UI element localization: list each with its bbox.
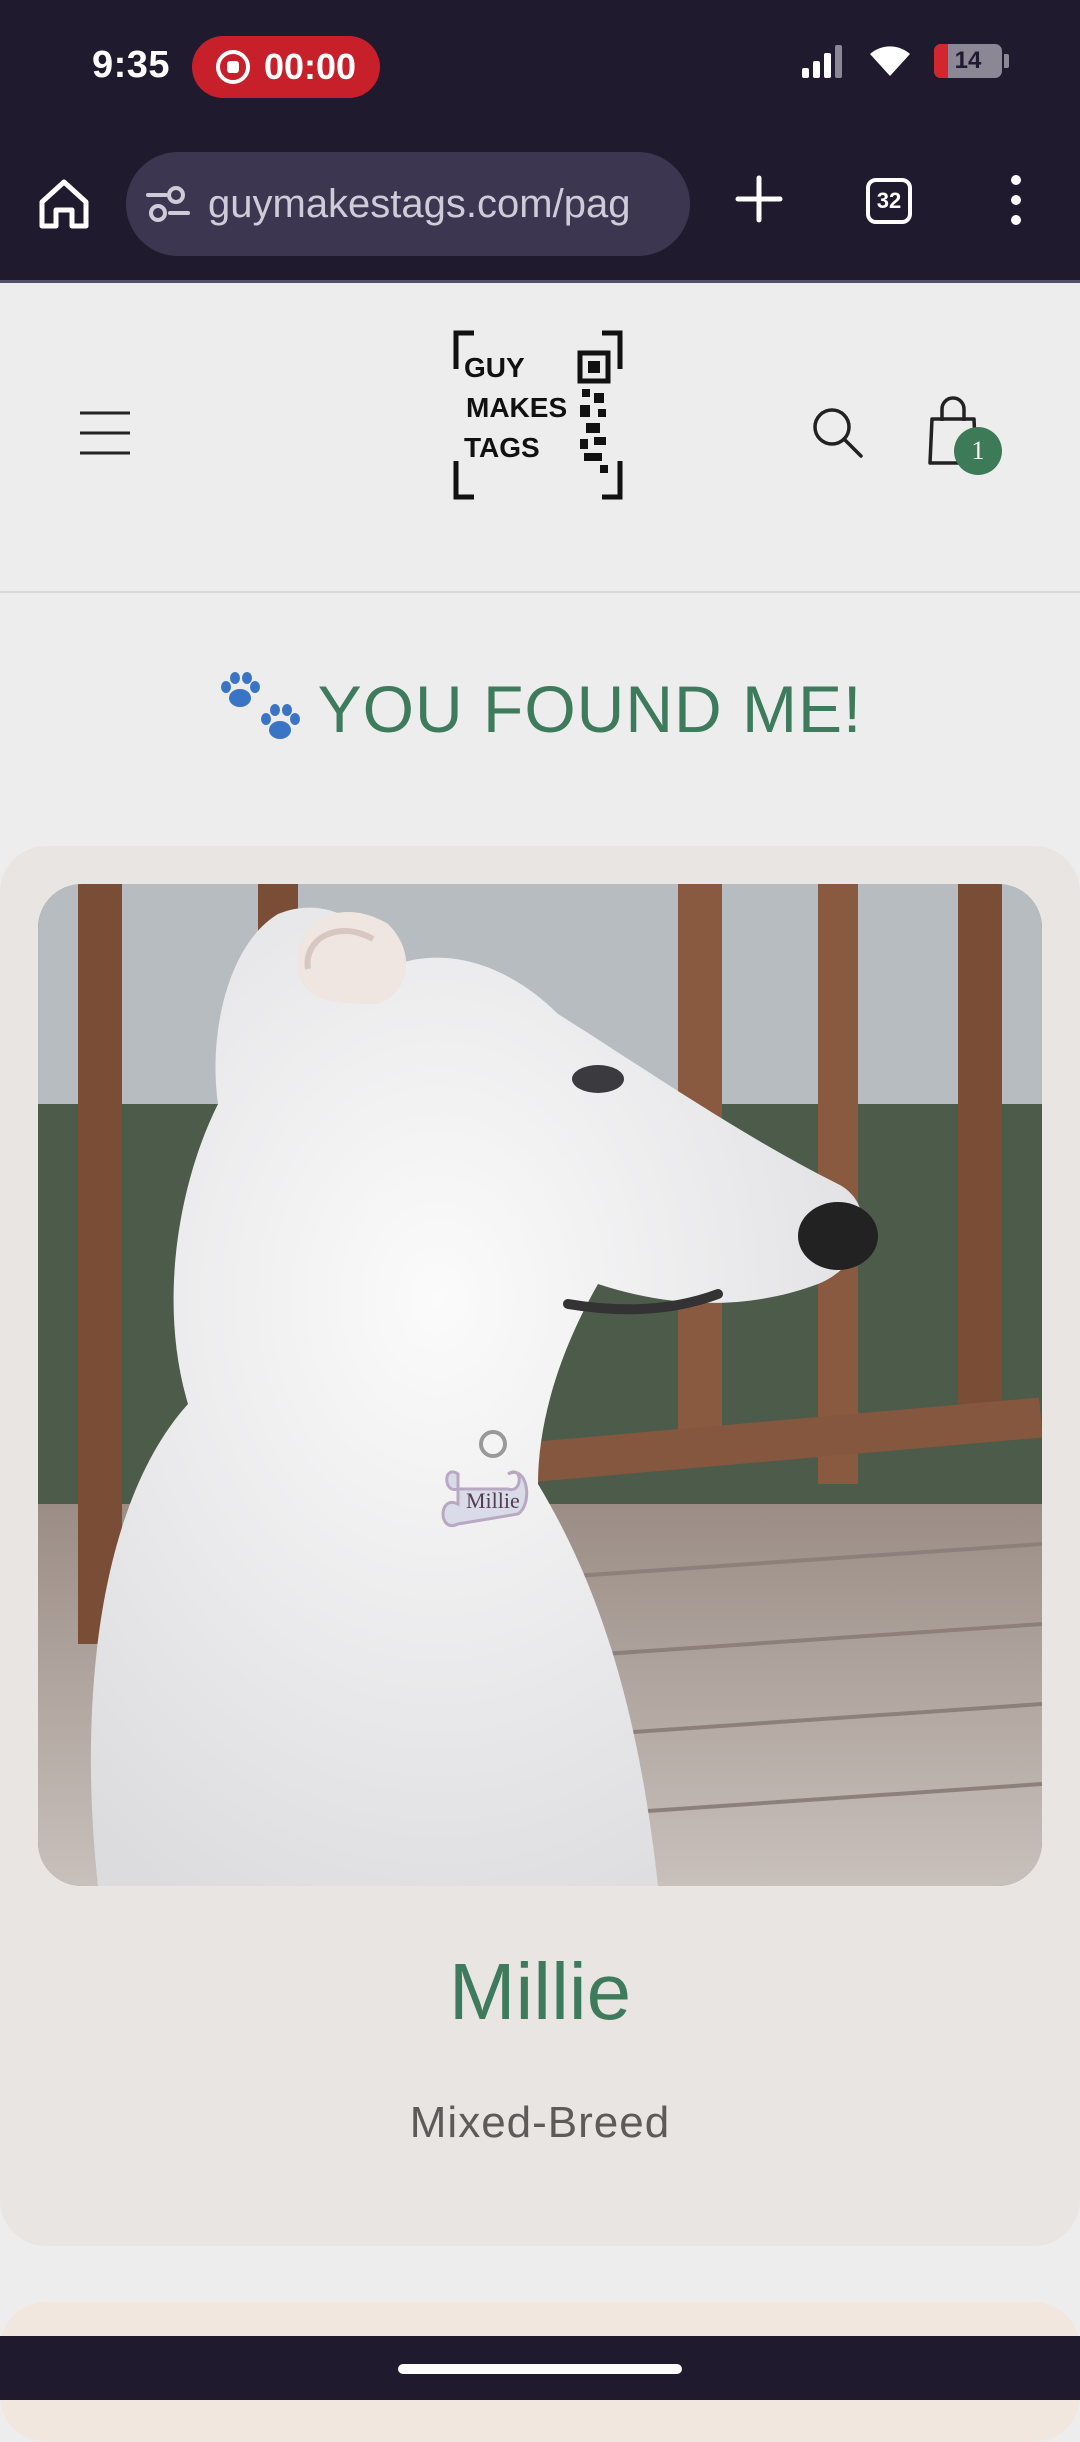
home-icon[interactable] bbox=[36, 176, 92, 232]
status-time: 9:35 bbox=[92, 44, 171, 86]
site-header: GUY MAKES TAGS 1 bbox=[0, 283, 1080, 593]
address-bar[interactable]: guymakestags.com/pag bbox=[126, 152, 690, 256]
logo-text-guy: GUY bbox=[464, 352, 525, 383]
home-indicator[interactable] bbox=[398, 2364, 682, 2374]
page-title: YOU FOUND ME! bbox=[0, 670, 1080, 747]
system-nav-bar bbox=[0, 2336, 1080, 2400]
pet-photo: Millie bbox=[38, 884, 1042, 1886]
hamburger-menu-icon[interactable] bbox=[78, 409, 132, 457]
tabs-icon[interactable]: 32 bbox=[866, 178, 912, 224]
browser-toolbar: guymakestags.com/pag 32 bbox=[0, 140, 1080, 280]
status-bar: 9:35 00:00 14 bbox=[0, 0, 1080, 140]
logo-text-tags: TAGS bbox=[464, 432, 540, 463]
collar-tag-text: Millie bbox=[466, 1488, 520, 1513]
site-settings-icon[interactable] bbox=[146, 184, 190, 224]
more-menu-icon[interactable] bbox=[1006, 170, 1026, 230]
pet-breed: Mixed-Breed bbox=[409, 2098, 671, 2147]
search-icon[interactable] bbox=[810, 405, 864, 459]
battery-icon: 14 bbox=[934, 44, 1009, 78]
screen-record-pill[interactable]: 00:00 bbox=[192, 36, 380, 98]
cart-count-badge[interactable]: 1 bbox=[954, 427, 1002, 475]
pet-name: Millie bbox=[448, 1947, 632, 2036]
url-text: guymakestags.com/pag bbox=[208, 181, 631, 226]
logo-text-makes: MAKES bbox=[466, 392, 567, 423]
record-icon bbox=[215, 50, 250, 84]
tab-count: 32 bbox=[876, 188, 902, 213]
paw-prints-icon bbox=[220, 672, 300, 739]
new-tab-icon[interactable] bbox=[734, 174, 784, 224]
status-icons: 14 bbox=[800, 44, 1009, 78]
pet-profile-card: Millie Millie Mixed-Breed bbox=[0, 846, 1080, 2246]
page-title-text: YOU FOUND ME! bbox=[317, 672, 863, 746]
site-logo[interactable]: GUY MAKES TAGS bbox=[452, 329, 624, 501]
signal-icon bbox=[802, 45, 842, 78]
recording-timer: 00:00 bbox=[263, 46, 357, 87]
battery-level: 14 bbox=[954, 47, 982, 74]
wifi-icon bbox=[870, 46, 910, 76]
cart-count: 1 bbox=[971, 436, 985, 465]
